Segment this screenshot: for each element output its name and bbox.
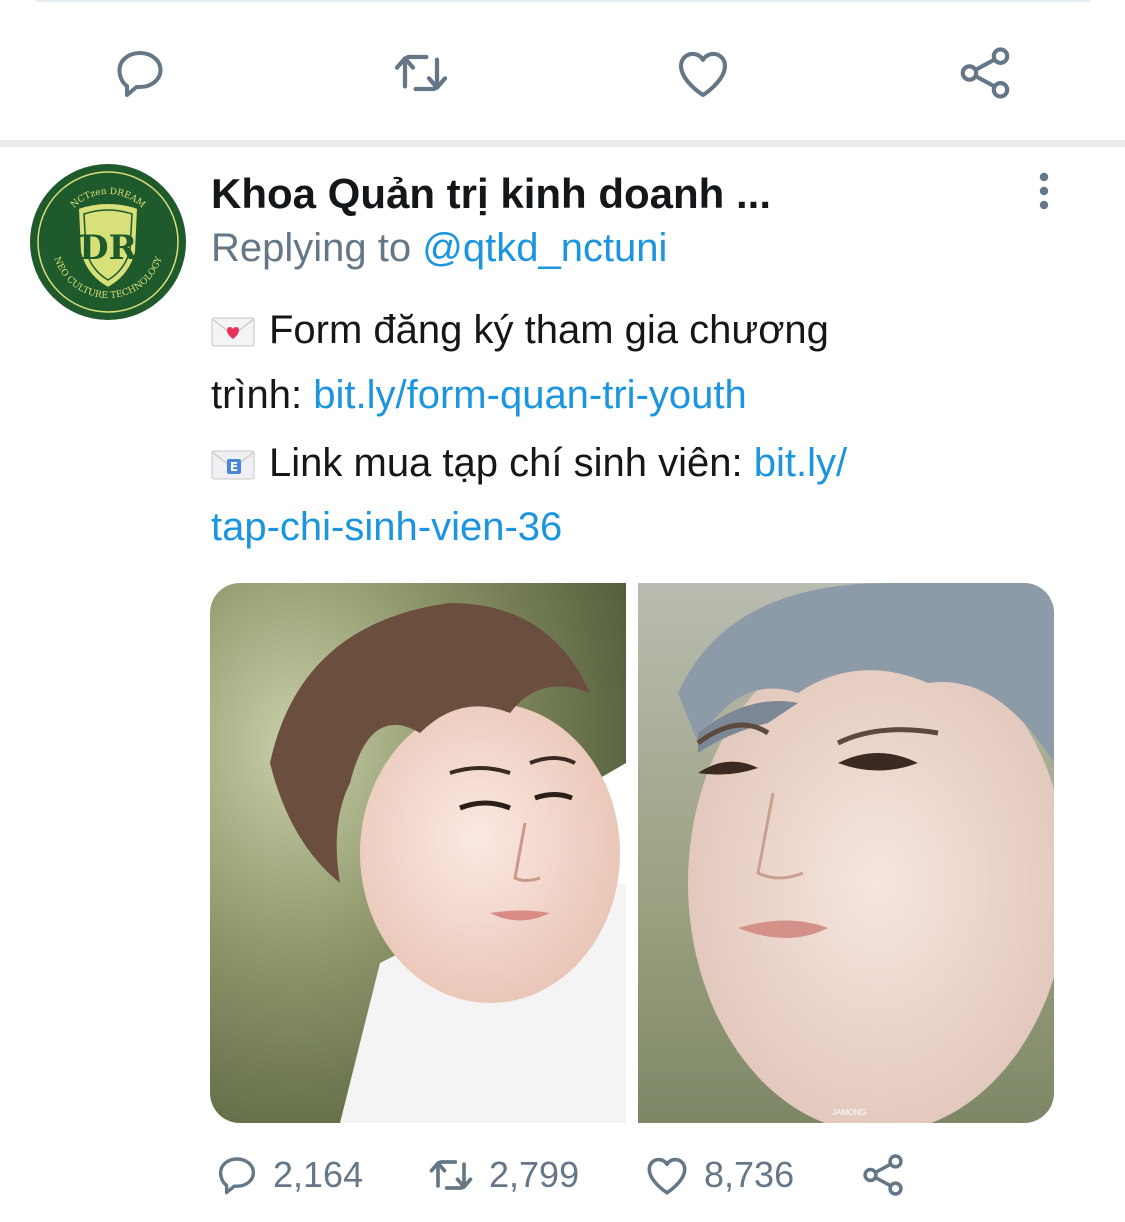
tweet-separator [0, 140, 1125, 147]
share-button[interactable] [950, 38, 1020, 108]
retweet-icon [394, 54, 448, 92]
more-options-button[interactable] [1022, 170, 1066, 214]
retweet-count: 2,799 [489, 1154, 580, 1195]
svg-text:ƊR: ƊR [74, 228, 137, 268]
email-icon: E [211, 450, 255, 480]
replying-to: Replying to @qtkd_nctuni [211, 226, 667, 271]
tweet-line-2-text: trình: [211, 373, 314, 417]
tweet-stats-bar: 2,164 2,799 8,736 [0, 1140, 1125, 1210]
retweet-icon [429, 1160, 473, 1190]
previous-tweet-action-bar [0, 28, 1125, 118]
tweet-media-grid: JAMONG [210, 583, 1054, 1123]
love-letter-icon [211, 317, 255, 347]
reply-count: 2,164 [273, 1154, 364, 1195]
like-count: 8,736 [704, 1154, 795, 1195]
portrait-photo-2: JAMONG [638, 583, 1054, 1123]
avatar[interactable]: ƊR NCTzen DREAM NEO CULTURE TECHNOLOGY [30, 164, 186, 320]
reply-count-button[interactable]: 2,164 [213, 1140, 363, 1210]
tweet-photo-1[interactable] [210, 583, 626, 1123]
share-tweet-button[interactable] [858, 1140, 908, 1210]
magazine-link-part-2[interactable]: tap-chi-sinh-vien-36 [211, 505, 562, 549]
share-icon [863, 1154, 903, 1196]
reply-icon [218, 1157, 256, 1195]
tweet-text-line-4: tap-chi-sinh-vien-36 [211, 494, 1091, 560]
tweet-text-line-1: Form đăng ký tham gia chương [211, 297, 1091, 363]
retweet-count-button[interactable]: 2,799 [425, 1140, 579, 1210]
retweet-button[interactable] [386, 38, 456, 108]
like-icon [647, 1157, 687, 1195]
reply-icon [117, 51, 163, 97]
portrait-photo-1 [210, 583, 626, 1123]
photo-watermark: JAMONG [832, 1108, 866, 1117]
reply-button[interactable] [105, 38, 175, 108]
tweet-line-1-text: Form đăng ký tham gia chương [269, 308, 829, 352]
tweet-text-line-2: trình: bit.ly/form-quan-tri-youth [211, 362, 1091, 428]
form-link[interactable]: bit.ly/form-quan-tri-youth [313, 373, 746, 417]
tweet-photo-2[interactable]: JAMONG [638, 583, 1054, 1123]
magazine-link-part-1[interactable]: bit.ly/ [754, 441, 847, 485]
like-icon [678, 51, 728, 98]
nct-dream-logo: ƊR NCTzen DREAM NEO CULTURE TECHNOLOGY [32, 166, 184, 318]
tweet-text-line-3: E Link mua tạp chí sinh viên: bit.ly/ [211, 430, 1091, 496]
share-icon [960, 47, 1010, 99]
top-divider [36, 0, 1090, 2]
like-button[interactable] [668, 38, 738, 108]
more-vertical-icon [1039, 172, 1049, 210]
tweet-thread-view: ƊR NCTzen DREAM NEO CULTURE TECHNOLOGY K… [0, 0, 1125, 1222]
author-name[interactable]: Khoa Quản trị kinh doanh ... [211, 170, 771, 218]
replying-prefix: Replying to [211, 226, 423, 270]
replying-handle-link[interactable]: @qtkd_nctuni [422, 226, 667, 270]
like-count-button[interactable]: 8,736 [642, 1140, 794, 1210]
tweet-line-3-text: Link mua tạp chí sinh viên: [269, 441, 754, 485]
svg-text:E: E [230, 460, 238, 474]
